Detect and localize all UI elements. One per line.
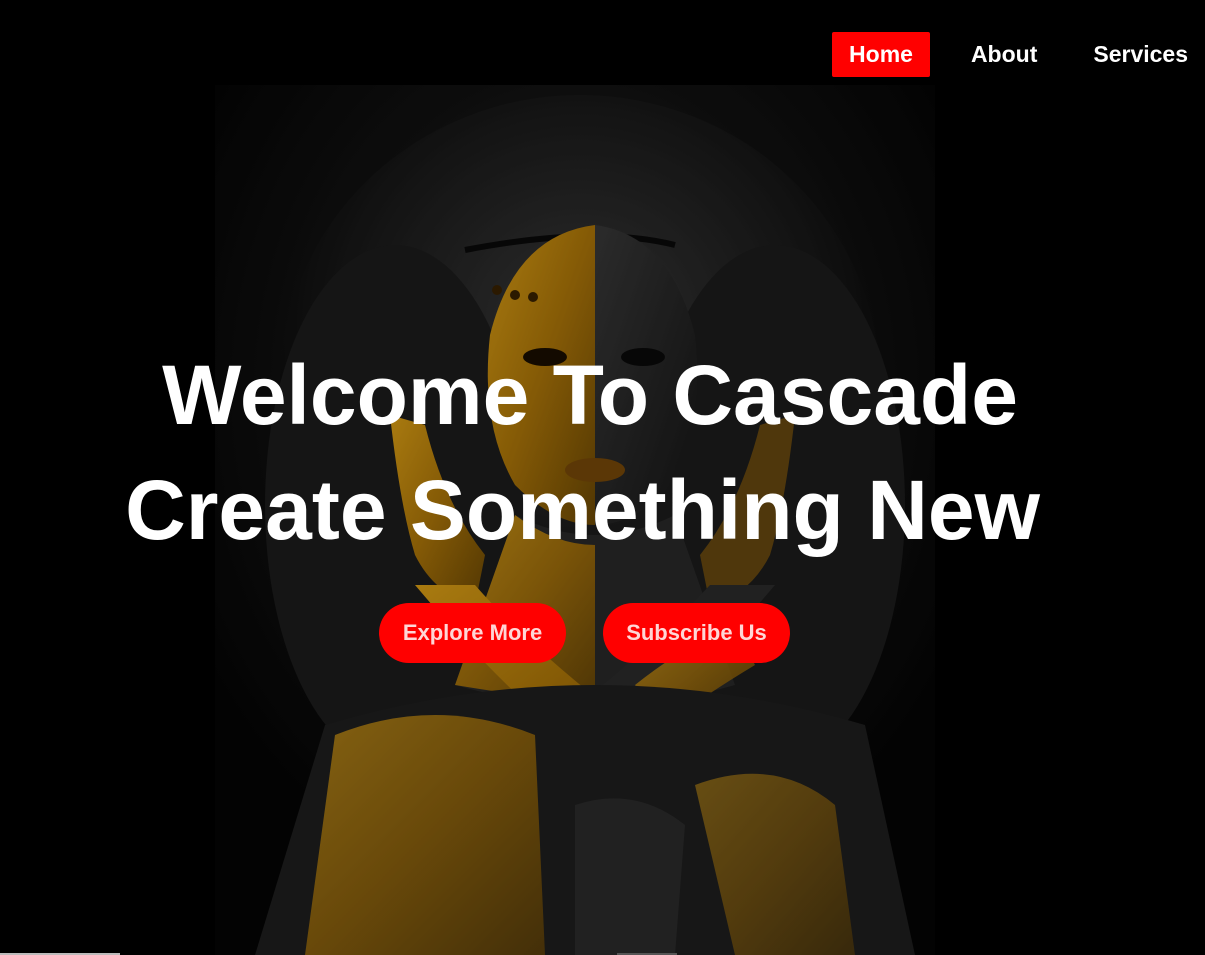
nav-item-about[interactable]: About: [954, 32, 1054, 77]
nav-item-home[interactable]: Home: [832, 32, 930, 77]
subscribe-button[interactable]: Subscribe Us: [603, 603, 790, 663]
nav-item-services[interactable]: Services: [1076, 32, 1205, 77]
page: Home About Services Welcome To Cascade C…: [0, 0, 1205, 955]
top-navigation: Home About Services: [832, 32, 1205, 77]
hero-title-line2: Create Something New: [125, 463, 1040, 557]
explore-more-button[interactable]: Explore More: [379, 603, 566, 663]
hero-title-line1: Welcome To Cascade: [162, 348, 1018, 442]
hero-buttons: Explore More Subscribe Us: [379, 603, 790, 663]
